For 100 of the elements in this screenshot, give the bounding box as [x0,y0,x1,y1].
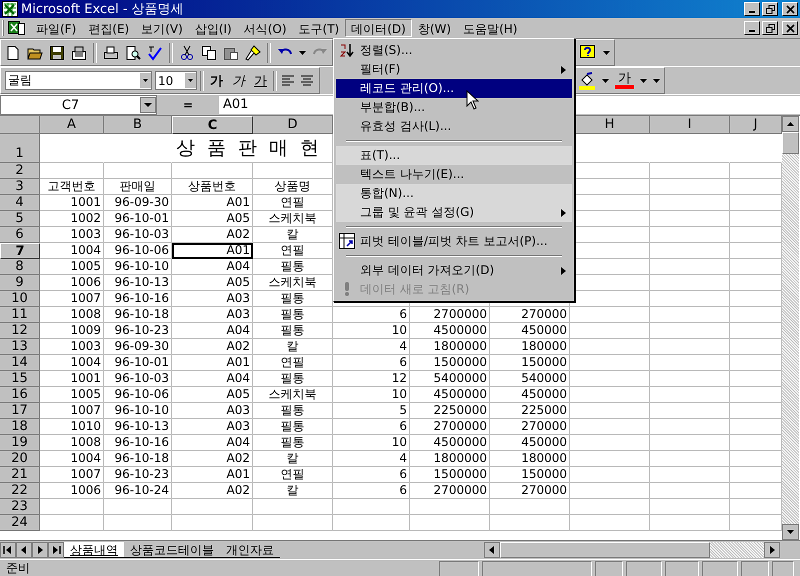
menu-label: 그룹 및 윤곽 설정(G) [360,204,474,221]
table-cell: 6 [333,419,410,435]
table-cell: 180000 [490,451,570,467]
table-cell: 1800000 [410,339,490,355]
table-cell: 4 [333,451,410,467]
table-cell: 1010 [40,419,104,435]
table-cell: 연필 [253,355,333,371]
table-cell: 1005 [40,259,104,275]
table-cell: 4500000 [410,387,490,403]
table-cell: 연필 [253,467,333,483]
table-cell: 96-10-13 [104,275,172,291]
table-cell: 96-10-23 [104,323,172,339]
menu-label: 부분합(B)... [360,99,426,116]
table-cell: A04 [172,323,253,339]
table-cell: 10 [333,387,410,403]
table-cell: 1007 [40,467,104,483]
table-cell: 1800000 [410,451,490,467]
table-cell: 스케치북 [253,387,333,403]
table-cell: 1004 [40,451,104,467]
table-cell: A03 [172,419,253,435]
table-cell: A04 [172,435,253,451]
table-cell: A01 [172,467,253,483]
table-cell: 1004 [40,243,104,259]
table-cell: 96-10-10 [104,259,172,275]
status-text: 준비 [6,560,31,576]
table-cell: A01 [172,243,253,259]
menu-label: 피벗 테이블/피벗 차트 보고서(P)... [360,233,548,250]
table-cell: 1009 [40,323,104,339]
table-cell: 필통 [253,403,333,419]
table-cell: 150000 [490,467,570,483]
table-cell: 고객번호 [40,179,104,195]
table-cell: 칼 [253,339,333,355]
table-cell: 96-09-30 [104,339,172,355]
table-cell: 1003 [40,227,104,243]
table-cell: A02 [172,451,253,467]
table-cell: 96-10-18 [104,307,172,323]
table-cell: 1008 [40,307,104,323]
table-cell: A01 [172,195,253,211]
table-cell: 2700000 [410,419,490,435]
table-cell: 10 [333,435,410,451]
menu-label: 정렬(S)... [360,42,412,59]
formula-equals: = [182,98,194,112]
table-cell: 96-10-06 [104,387,172,403]
table-cell: 5 [333,403,410,419]
table-cell: A02 [172,483,253,499]
table-cell: 6 [333,483,410,499]
table-cell: 96-10-06 [104,243,172,259]
table-cell: 540000 [490,371,570,387]
table-cell: 6 [333,307,410,323]
table-cell: 4 [333,339,410,355]
menu-label: 텍스트 나누기(E)... [360,166,464,183]
menu-label: 레코드 관리(O)... [360,80,454,97]
table-cell: 10 [333,323,410,339]
table-cell: A05 [172,275,253,291]
menu-label: 표(T)... [360,147,400,164]
table-cell: 2700000 [410,483,490,499]
table-cell: 96-09-30 [104,195,172,211]
table-cell: A03 [172,291,253,307]
table-cell: 450000 [490,323,570,339]
table-cell: 2700000 [410,307,490,323]
table-cell: 96-10-01 [104,211,172,227]
table-cell: 96-10-23 [104,467,172,483]
table-cell: 96-10-13 [104,419,172,435]
table-cell: 270000 [490,307,570,323]
table-cell: 12 [333,371,410,387]
table-cell: 1003 [40,339,104,355]
table-cell: 필통 [253,435,333,451]
table-cell: 필통 [253,323,333,339]
table-cell: 1002 [40,211,104,227]
table-cell: 1005 [40,387,104,403]
table-cell: 1004 [40,355,104,371]
table-cell: A04 [172,371,253,387]
table-cell: 6 [333,355,410,371]
menu-label: 외부 데이터 가져오기(D) [360,262,494,279]
table-cell: 필통 [253,371,333,387]
table-cell: 96-10-24 [104,483,172,499]
table-cell: 96-10-16 [104,435,172,451]
table-cell: 150000 [490,355,570,371]
table-cell: 칼 [253,483,333,499]
table-cell: 칼 [253,451,333,467]
table-cell: 상품번호 [172,179,253,195]
menu-label: 유효성 검사(L)... [360,118,452,135]
table-cell: 판매일 [104,179,172,195]
table-cell: 96-10-01 [104,355,172,371]
menu-label: 통합(N)... [360,185,414,202]
table-cell: 1006 [40,275,104,291]
table-cell: 1008 [40,435,104,451]
table-cell: 96-10-10 [104,403,172,419]
table-cell: A05 [172,211,253,227]
table-cell: A03 [172,307,253,323]
table-cell: 180000 [490,339,570,355]
menu-label: 데이터 새로 고침(R) [360,281,470,298]
table-cell: A01 [172,355,253,371]
table-cell: 270000 [490,483,570,499]
table-cell: A04 [172,259,253,275]
table-cell: 96-10-03 [104,227,172,243]
table-cell: 1007 [40,403,104,419]
table-cell: 270000 [490,419,570,435]
table-cell: 96-10-16 [104,291,172,307]
table-cell: 필통 [253,419,333,435]
